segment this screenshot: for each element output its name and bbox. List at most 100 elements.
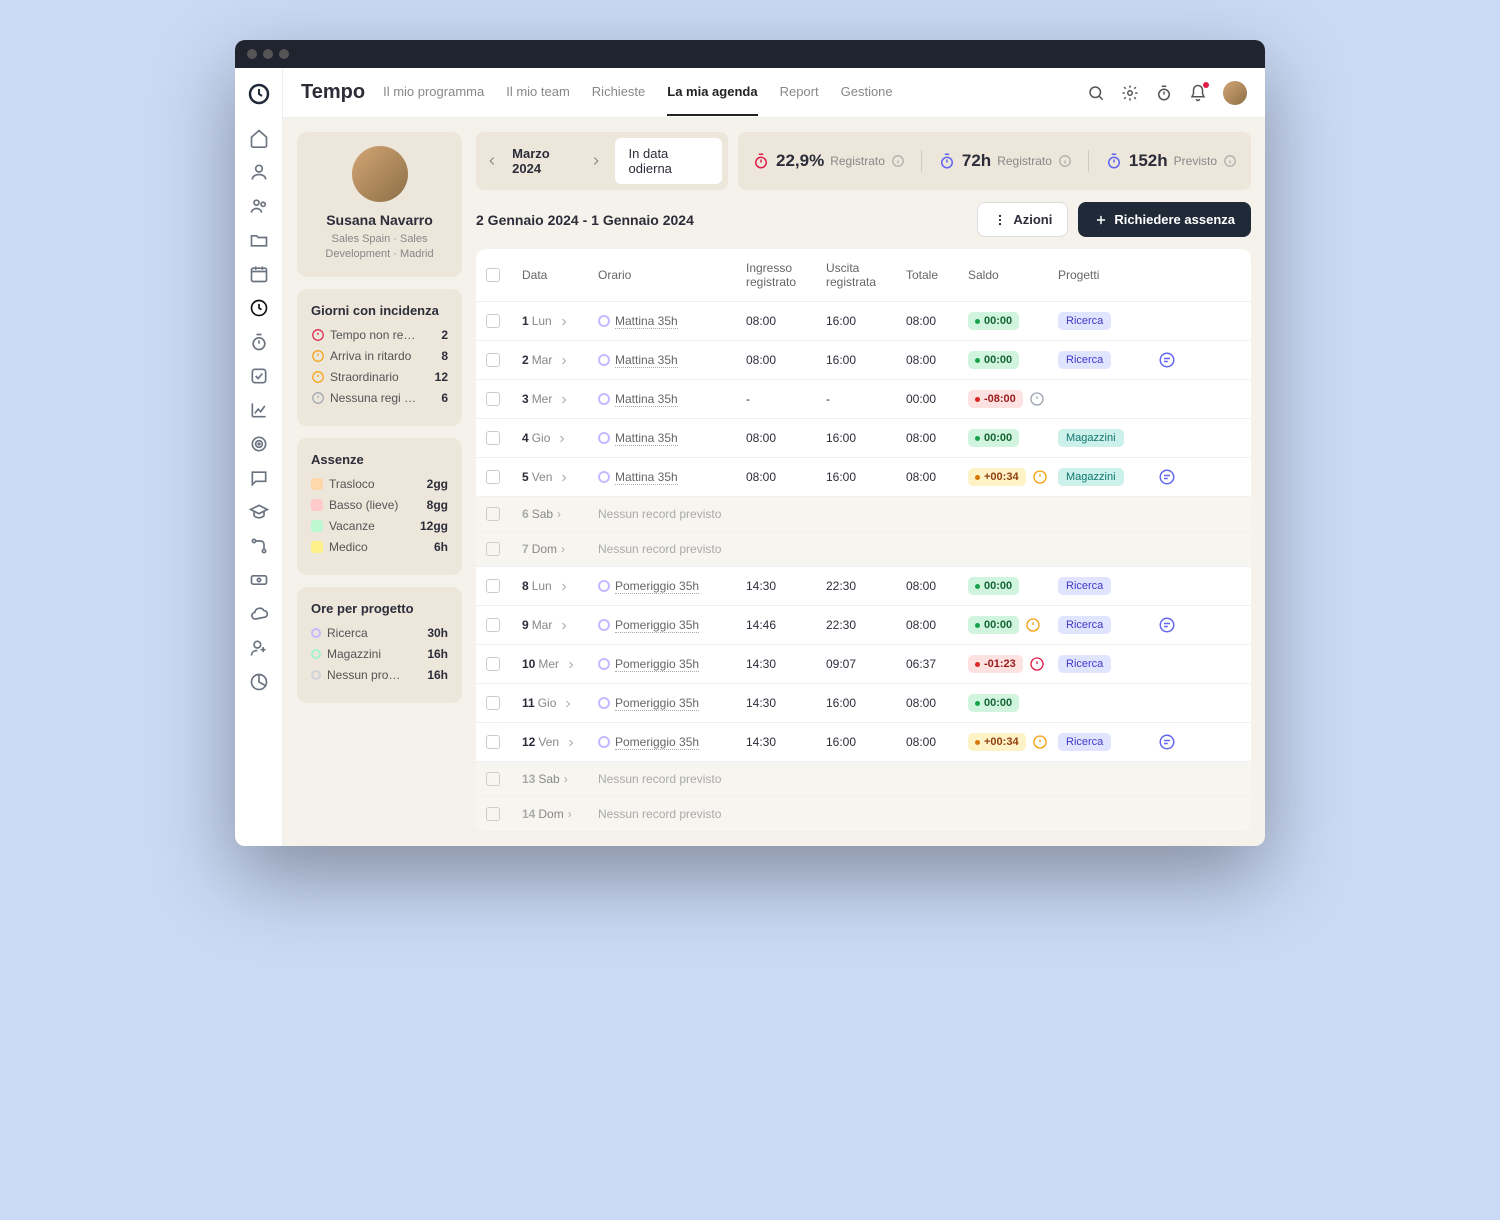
project-tag[interactable]: Magazzini [1058, 468, 1124, 486]
bell-icon[interactable] [1189, 84, 1207, 102]
shift-cell[interactable]: Pomeriggio 35h [598, 657, 746, 672]
home-icon[interactable] [249, 128, 269, 148]
expand-button[interactable]: › [564, 772, 568, 786]
expand-icon[interactable] [554, 433, 570, 445]
project-tag[interactable]: Magazzini [1058, 429, 1124, 447]
row-checkbox[interactable] [486, 507, 500, 521]
profile-name: Susana Navarro [311, 212, 448, 228]
timer-icon[interactable] [249, 332, 269, 352]
expand-icon[interactable] [556, 394, 572, 406]
project-tag[interactable]: Ricerca [1058, 312, 1111, 330]
projects-title: Ore per progetto [311, 601, 448, 616]
pie-icon[interactable] [249, 672, 269, 692]
folder-icon[interactable] [249, 230, 269, 250]
expand-icon[interactable] [556, 581, 572, 593]
today-button[interactable]: In data odierna [615, 138, 722, 184]
warning-icon [1029, 391, 1045, 407]
next-month-button[interactable] [586, 150, 606, 172]
shift-cell[interactable]: Mattina 35h [598, 392, 746, 407]
row-checkbox[interactable] [486, 618, 500, 632]
expand-icon[interactable] [560, 698, 576, 710]
tab-2[interactable]: Richieste [592, 69, 645, 116]
info-icon[interactable] [1223, 154, 1237, 168]
shift-cell[interactable]: Mattina 35h [598, 470, 746, 485]
shift-cell[interactable]: Pomeriggio 35h [598, 735, 746, 750]
search-icon[interactable] [1087, 84, 1105, 102]
shift-cell[interactable]: Pomeriggio 35h [598, 579, 746, 594]
tab-0[interactable]: Il mio programma [383, 69, 484, 116]
row-checkbox[interactable] [486, 392, 500, 406]
project-tag[interactable]: Ricerca [1058, 351, 1111, 369]
metric-icon [1105, 152, 1123, 170]
row-checkbox[interactable] [486, 579, 500, 593]
expand-button[interactable]: › [568, 807, 572, 821]
row-checkbox[interactable] [486, 542, 500, 556]
expand-icon[interactable] [556, 316, 572, 328]
row-checkbox[interactable] [486, 314, 500, 328]
expand-icon[interactable] [563, 737, 579, 749]
tab-1[interactable]: Il mio team [506, 69, 570, 116]
window-dot-close[interactable] [247, 49, 257, 59]
window-dot-min[interactable] [263, 49, 273, 59]
select-all-checkbox[interactable] [486, 268, 500, 282]
expand-icon[interactable] [556, 472, 572, 484]
total-cell: 08:00 [906, 314, 968, 328]
app-logo[interactable] [247, 82, 271, 106]
tab-3[interactable]: La mia agenda [667, 69, 757, 116]
project-tag[interactable]: Ricerca [1058, 733, 1111, 751]
check-icon[interactable] [249, 366, 269, 386]
comment-icon[interactable] [1158, 733, 1176, 751]
flow-icon[interactable] [249, 536, 269, 556]
gear-icon[interactable] [1121, 84, 1139, 102]
metric-0: 22,9%Registrato [752, 151, 905, 171]
calendar-icon[interactable] [249, 264, 269, 284]
user-icon[interactable] [249, 162, 269, 182]
money-icon[interactable] [249, 570, 269, 590]
clock-icon[interactable] [249, 298, 269, 318]
tab-4[interactable]: Report [780, 69, 819, 116]
project-tag[interactable]: Ricerca [1058, 655, 1111, 673]
expand-button[interactable]: › [561, 542, 565, 556]
row-checkbox[interactable] [486, 470, 500, 484]
row-checkbox[interactable] [486, 735, 500, 749]
row-checkbox[interactable] [486, 431, 500, 445]
shift-cell[interactable]: Mattina 35h [598, 431, 746, 446]
tab-5[interactable]: Gestione [841, 69, 893, 116]
project-tag[interactable]: Ricerca [1058, 616, 1111, 634]
total-cell: 08:00 [906, 431, 968, 445]
absence-color-icon [311, 541, 323, 553]
actions-button[interactable]: Azioni [977, 202, 1068, 237]
shift-cell[interactable]: Mattina 35h [598, 314, 746, 329]
info-icon[interactable] [891, 154, 905, 168]
row-checkbox[interactable] [486, 353, 500, 367]
row-checkbox[interactable] [486, 807, 500, 821]
prev-month-button[interactable] [482, 150, 502, 172]
adduser-icon[interactable] [249, 638, 269, 658]
window-dot-max[interactable] [279, 49, 289, 59]
comment-icon[interactable] [1158, 468, 1176, 486]
target-icon[interactable] [249, 434, 269, 454]
shift-cell[interactable]: Pomeriggio 35h [598, 696, 746, 711]
request-absence-button[interactable]: Richiedere assenza [1078, 202, 1251, 237]
chart-icon[interactable] [249, 400, 269, 420]
expand-icon[interactable] [563, 659, 579, 671]
project-tag[interactable]: Ricerca [1058, 577, 1111, 595]
grad-icon[interactable] [249, 502, 269, 522]
row-checkbox[interactable] [486, 772, 500, 786]
comment-icon[interactable] [1158, 351, 1176, 369]
row-checkbox[interactable] [486, 696, 500, 710]
table-row: 4Gio Mattina 35h 08:00 16:00 08:00 00:00… [476, 419, 1251, 458]
expand-button[interactable]: › [557, 507, 561, 521]
stopwatch-icon[interactable] [1155, 84, 1173, 102]
expand-icon[interactable] [556, 620, 572, 632]
expand-icon[interactable] [556, 355, 572, 367]
row-checkbox[interactable] [486, 657, 500, 671]
team-icon[interactable] [249, 196, 269, 216]
shift-cell[interactable]: Pomeriggio 35h [598, 618, 746, 633]
cloud-icon[interactable] [249, 604, 269, 624]
comment-icon[interactable] [1158, 616, 1176, 634]
chat-icon[interactable] [249, 468, 269, 488]
avatar-menu[interactable] [1223, 81, 1247, 105]
shift-cell[interactable]: Mattina 35h [598, 353, 746, 368]
info-icon[interactable] [1058, 154, 1072, 168]
